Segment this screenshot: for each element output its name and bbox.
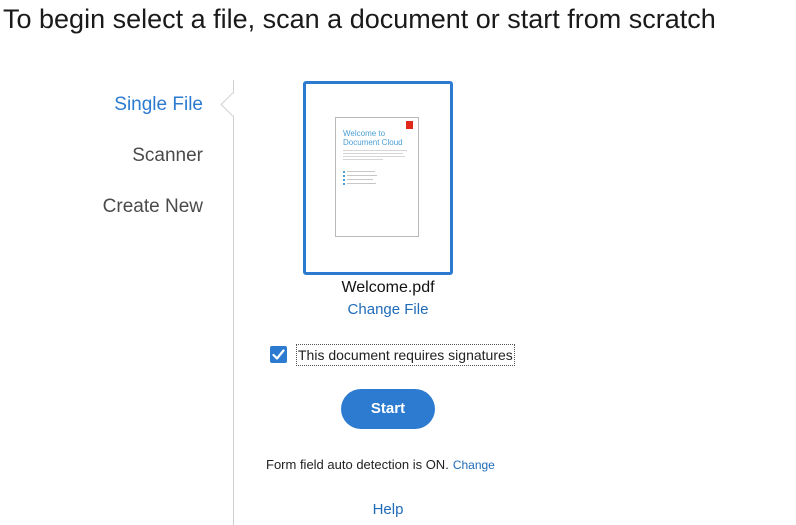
file-name: Welcome.pdf: [341, 279, 435, 296]
active-item-pointer: [220, 92, 245, 117]
bullet-icon: [343, 183, 345, 185]
change-file-link[interactable]: Change File: [300, 300, 476, 320]
pdf-page-preview: Welcome to Document Cloud: [335, 117, 419, 237]
sidebar-item-create-new[interactable]: Create New: [103, 195, 203, 219]
auto-detection-change-link[interactable]: Change: [453, 458, 495, 472]
text-line: [347, 183, 376, 184]
text-line: [347, 179, 373, 180]
require-signatures-label[interactable]: This document requires signatures: [296, 344, 515, 366]
checkmark-icon: [272, 349, 285, 360]
file-thumbnail[interactable]: Welcome to Document Cloud: [303, 81, 453, 275]
sidebar-divider: [233, 80, 234, 525]
require-signatures-checkbox[interactable]: [270, 346, 287, 363]
text-line: [343, 153, 403, 154]
text-line: [347, 175, 377, 176]
sidebar-item-single-file[interactable]: Single File: [114, 93, 203, 117]
bullet-icon: [343, 175, 345, 177]
bullet-icon: [343, 171, 345, 173]
bullet-icon: [343, 179, 345, 181]
help-link[interactable]: Help: [340, 500, 436, 520]
text-line: [343, 156, 405, 157]
auto-detection-status: Form field auto detection is ON. Change: [266, 456, 495, 474]
text-line: [347, 171, 375, 172]
pdf-icon: [406, 121, 413, 129]
sidebar-item-scanner[interactable]: Scanner: [132, 144, 203, 168]
text-line: [343, 150, 407, 151]
start-button[interactable]: Start: [341, 389, 435, 429]
text-line: [343, 159, 383, 160]
auto-detection-text: Form field auto detection is ON.: [266, 457, 449, 472]
page-title: To begin select a file, scan a document …: [3, 4, 716, 34]
thumbnail-title: Welcome to Document Cloud: [343, 129, 403, 147]
